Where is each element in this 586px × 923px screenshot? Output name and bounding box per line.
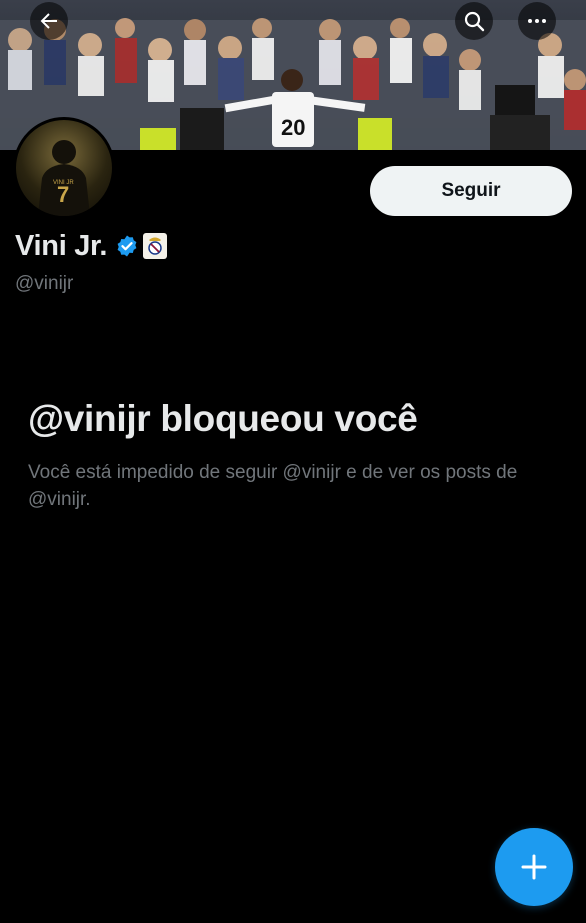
plus-icon — [521, 854, 547, 880]
svg-text:VINI JR: VINI JR — [53, 180, 74, 186]
profile-handle: @vinijr — [15, 273, 74, 294]
real-madrid-crest-icon[interactable] — [143, 233, 168, 259]
blocked-title: @vinijr bloqueou você — [28, 398, 418, 439]
back-button[interactable] — [30, 2, 68, 40]
svg-text:20: 20 — [281, 115, 305, 140]
blocked-description: Você está impedido de seguir @vinijr e d… — [28, 462, 518, 510]
crest-shape — [148, 237, 162, 255]
avatar-image: 7 VINI JR — [38, 140, 90, 216]
compose-post-button[interactable] — [495, 828, 573, 906]
display-name: Vini Jr. — [15, 229, 108, 262]
search-button[interactable] — [455, 2, 493, 40]
more-options-button[interactable] — [518, 2, 556, 40]
search-icon — [464, 11, 485, 32]
profile-name-row: Vini Jr. — [15, 226, 168, 266]
verified-badge-icon[interactable] — [115, 234, 139, 258]
more-horizontal-icon — [528, 19, 546, 23]
follow-button[interactable]: Seguir — [370, 166, 572, 216]
arrow-left-icon — [40, 13, 57, 29]
avatar[interactable]: 7 VINI JR — [13, 117, 115, 219]
